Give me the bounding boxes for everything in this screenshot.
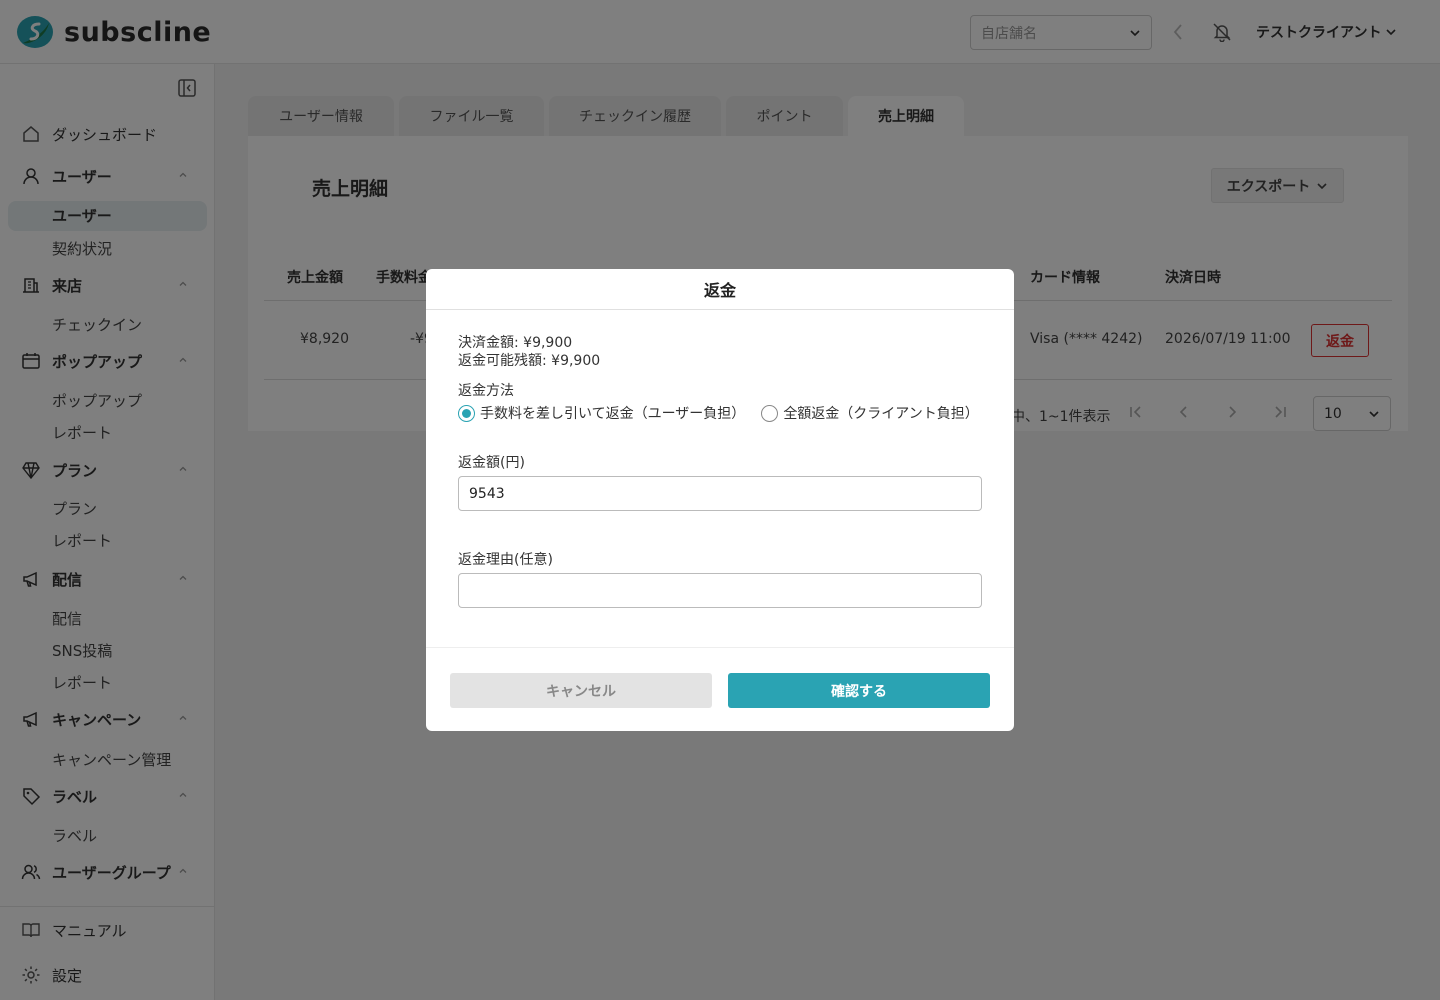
refund-method-option-label: 全額返金（クライアント負担） (783, 406, 979, 422)
radio-unchecked-icon[interactable] (761, 404, 779, 422)
refund-method-option-label: 手数料を差し引いて返金（ユーザー負担） (480, 406, 746, 422)
refund-amount-input[interactable] (458, 476, 982, 511)
radio-checked-icon[interactable] (458, 404, 475, 422)
refund-method-option-fee-deducted[interactable]: 手数料を差し引いて返金（ユーザー負担） (458, 403, 745, 423)
refund-method-option-full[interactable]: 全額返金（クライアント負担） (761, 403, 979, 423)
modal-footer: キャンセル 確認する (426, 647, 1014, 731)
cancel-button[interactable]: キャンセル (450, 673, 712, 708)
confirm-button[interactable]: 確認する (728, 673, 990, 708)
refund-reason-input[interactable] (458, 573, 982, 608)
refund-method-label: 返金方法 (458, 383, 514, 399)
refundable-balance-text: 返金可能残額: ¥9,900 (458, 353, 601, 369)
modal-title: 返金 (426, 269, 1014, 310)
refund-amount-label: 返金額(円) (458, 455, 525, 471)
refund-reason-label: 返金理由(任意) (458, 552, 553, 568)
refund-modal: 返金 決済金額: ¥9,900 返金可能残額: ¥9,900 返金方法 手数料を… (426, 269, 1014, 731)
payment-amount-text: 決済金額: ¥9,900 (458, 335, 573, 351)
refund-method-group: 手数料を差し引いて返金（ユーザー負担） 全額返金（クライアント負担） (458, 403, 979, 423)
